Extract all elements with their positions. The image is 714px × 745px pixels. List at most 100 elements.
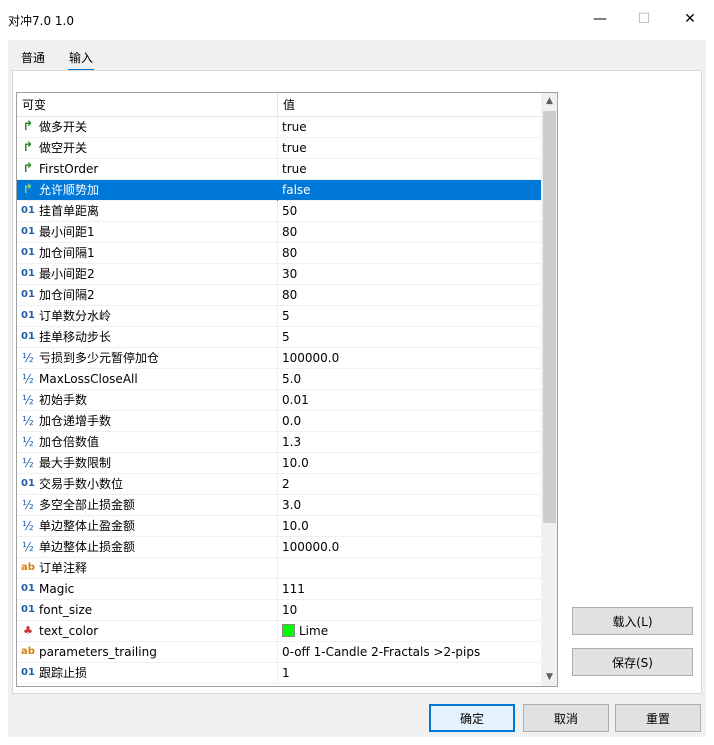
table-row[interactable]: 01 最小间距2 30: [17, 264, 541, 285]
variable-cell[interactable]: ♣ text_color: [17, 621, 278, 642]
table-row[interactable]: ab 订单注释: [17, 558, 541, 579]
ok-button[interactable]: 确定: [429, 704, 515, 732]
vertical-scrollbar[interactable]: ▲ ▼: [541, 93, 557, 686]
variable-cell[interactable]: ↱ 做多开关: [17, 117, 278, 138]
table-row[interactable]: 01 font_size 10: [17, 600, 541, 621]
tab-common[interactable]: 普通: [21, 49, 45, 66]
value-cell[interactable]: 80: [278, 222, 541, 243]
header-variable[interactable]: 可变: [17, 93, 278, 117]
value-cell[interactable]: 1: [278, 663, 541, 684]
value-cell[interactable]: 80: [278, 243, 541, 264]
variable-cell[interactable]: ↱ 做空开关: [17, 138, 278, 159]
value-cell[interactable]: 2: [278, 474, 541, 495]
variable-cell[interactable]: ½ 初始手数: [17, 390, 278, 411]
variable-cell[interactable]: ½ 多空全部止损金额: [17, 495, 278, 516]
load-button[interactable]: 载入(L): [572, 607, 693, 635]
table-row[interactable]: 01 挂首单距离 50: [17, 201, 541, 222]
table-row[interactable]: ½ 单边整体止损金额 100000.0: [17, 537, 541, 558]
value-cell[interactable]: 0.0: [278, 411, 541, 432]
maximize-icon[interactable]: ☐: [622, 4, 666, 34]
variable-cell[interactable]: 01 加仓间隔2: [17, 285, 278, 306]
variable-cell[interactable]: ½ 亏损到多少元暂停加仓: [17, 348, 278, 369]
variable-cell[interactable]: ab 订单注释: [17, 558, 278, 579]
reset-button[interactable]: 重置: [615, 704, 701, 732]
table-row[interactable]: ↱ 做多开关 true: [17, 117, 541, 138]
variable-value: 10.0: [282, 519, 309, 533]
table-row[interactable]: 01 跟踪止损 1: [17, 663, 541, 684]
scroll-up-icon[interactable]: ▲: [541, 93, 557, 110]
variable-value: 50: [282, 204, 298, 218]
variable-cell[interactable]: 01 最小间距1: [17, 222, 278, 243]
table-row[interactable]: 01 交易手数小数位 2: [17, 474, 541, 495]
table-row[interactable]: ♣ text_color Lime: [17, 621, 541, 642]
value-cell[interactable]: 1.3: [278, 432, 541, 453]
value-cell[interactable]: Lime: [278, 621, 541, 642]
value-cell[interactable]: true: [278, 159, 541, 180]
variable-cell[interactable]: 01 跟踪止损: [17, 663, 278, 684]
variable-cell[interactable]: ½ 单边整体止损金额: [17, 537, 278, 558]
scroll-thumb[interactable]: [543, 111, 556, 523]
value-cell[interactable]: 100000.0: [278, 537, 541, 558]
variable-cell[interactable]: ½ 加仓倍数值: [17, 432, 278, 453]
value-cell[interactable]: 10: [278, 600, 541, 621]
value-cell[interactable]: 10.0: [278, 516, 541, 537]
variable-cell[interactable]: 01 交易手数小数位: [17, 474, 278, 495]
variable-cell[interactable]: 01 挂单移动步长: [17, 327, 278, 348]
scroll-down-icon[interactable]: ▼: [541, 669, 557, 686]
table-row[interactable]: 01 加仓间隔2 80: [17, 285, 541, 306]
variable-cell[interactable]: 01 font_size: [17, 600, 278, 621]
table-row[interactable]: ↱ 允许顺势加 false: [17, 180, 541, 201]
table-row[interactable]: 01 加仓间隔1 80: [17, 243, 541, 264]
value-cell[interactable]: 30: [278, 264, 541, 285]
table-row[interactable]: ½ 初始手数 0.01: [17, 390, 541, 411]
variable-cell[interactable]: ab parameters_trailing: [17, 642, 278, 663]
variable-cell[interactable]: ↱ 允许顺势加: [17, 180, 278, 201]
table-row[interactable]: ½ 亏损到多少元暂停加仓 100000.0: [17, 348, 541, 369]
variable-cell[interactable]: ↱ FirstOrder: [17, 159, 278, 180]
tab-inputs[interactable]: 输入: [67, 49, 95, 71]
table-row[interactable]: ½ 最大手数限制 10.0: [17, 453, 541, 474]
table-row[interactable]: ↱ FirstOrder true: [17, 159, 541, 180]
table-row[interactable]: ½ 加仓递增手数 0.0: [17, 411, 541, 432]
table-row[interactable]: 01 挂单移动步长 5: [17, 327, 541, 348]
save-button[interactable]: 保存(S): [572, 648, 693, 676]
value-cell[interactable]: 111: [278, 579, 541, 600]
value-cell[interactable]: [278, 558, 541, 579]
table-row[interactable]: ab parameters_trailing 0-off 1-Candle 2-Fr…: [17, 642, 541, 663]
table-row[interactable]: ½ 单边整体止盈金额 10.0: [17, 516, 541, 537]
value-cell[interactable]: 100000.0: [278, 348, 541, 369]
variable-cell[interactable]: ½ 加仓递增手数: [17, 411, 278, 432]
variable-cell[interactable]: ½ MaxLossCloseAll: [17, 369, 278, 390]
cancel-button[interactable]: 取消: [523, 704, 609, 732]
value-cell[interactable]: 3.0: [278, 495, 541, 516]
value-cell[interactable]: 10.0: [278, 453, 541, 474]
value-cell[interactable]: false: [278, 180, 541, 201]
variable-cell[interactable]: 01 最小间距2: [17, 264, 278, 285]
variable-cell[interactable]: 01 Magic: [17, 579, 278, 600]
value-cell[interactable]: 80: [278, 285, 541, 306]
variable-cell[interactable]: 01 挂首单距离: [17, 201, 278, 222]
variable-cell[interactable]: 01 订单数分水岭: [17, 306, 278, 327]
value-cell[interactable]: 5: [278, 306, 541, 327]
value-cell[interactable]: 0-off 1-Candle 2-Fractals >2-pips: [278, 642, 541, 663]
table-row[interactable]: 01 订单数分水岭 5: [17, 306, 541, 327]
variable-cell[interactable]: ½ 最大手数限制: [17, 453, 278, 474]
table-row[interactable]: ½ 加仓倍数值 1.3: [17, 432, 541, 453]
variable-name: 最大手数限制: [39, 456, 112, 470]
variable-cell[interactable]: ½ 单边整体止盈金额: [17, 516, 278, 537]
table-row[interactable]: 01 Magic 111: [17, 579, 541, 600]
variable-cell[interactable]: 01 加仓间隔1: [17, 243, 278, 264]
value-cell[interactable]: 5.0: [278, 369, 541, 390]
table-row[interactable]: 01 最小间距1 80: [17, 222, 541, 243]
value-cell[interactable]: true: [278, 117, 541, 138]
value-cell[interactable]: true: [278, 138, 541, 159]
value-cell[interactable]: 50: [278, 201, 541, 222]
table-row[interactable]: ↱ 做空开关 true: [17, 138, 541, 159]
value-cell[interactable]: 0.01: [278, 390, 541, 411]
close-icon[interactable]: ✕: [668, 4, 712, 34]
minimize-icon[interactable]: —: [578, 4, 622, 34]
value-cell[interactable]: 5: [278, 327, 541, 348]
table-row[interactable]: ½ 多空全部止损金额 3.0: [17, 495, 541, 516]
header-value[interactable]: 值: [278, 93, 541, 117]
table-row[interactable]: ½ MaxLossCloseAll 5.0: [17, 369, 541, 390]
